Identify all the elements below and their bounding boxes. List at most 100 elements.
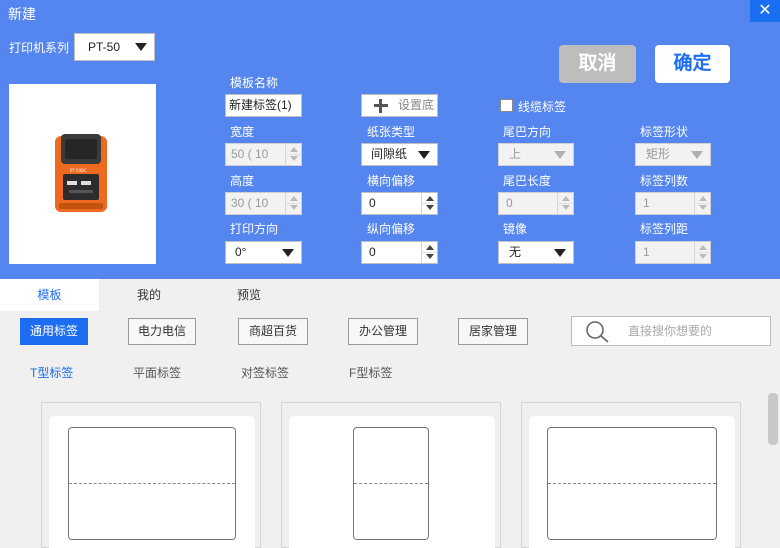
horizontal-offset-stepper[interactable]: 0 [361, 192, 438, 215]
fold-line [354, 483, 428, 484]
tab-mine[interactable]: 我的 [99, 279, 199, 311]
label-shape [68, 427, 236, 540]
width-value: 50 ( 10 [231, 147, 269, 161]
header-panel: 新建 ✕ 打印机系列 PT-50 PT-50DC 取消 确定 模板名称 新建标签… [0, 0, 780, 279]
spin-buttons[interactable] [421, 242, 437, 263]
spin-buttons[interactable] [421, 193, 437, 214]
tab-preview[interactable]: 预览 [199, 279, 299, 311]
column-gap-label: 标签列距 [640, 222, 689, 236]
template-card-preview [49, 416, 255, 548]
category-retail[interactable]: 商超百货 [238, 318, 308, 345]
height-label: 高度 [230, 174, 255, 188]
print-direction-value: 0° [235, 245, 247, 259]
spin-up-icon [290, 196, 298, 201]
subtab-t-label[interactable]: T型标签 [30, 364, 73, 381]
chevron-down-icon [135, 43, 147, 51]
printer-series-value: PT-50 [88, 40, 121, 54]
tail-length-label: 尾巴长度 [503, 174, 552, 188]
cable-label-text: 线缆标签 [518, 100, 567, 114]
category-office[interactable]: 办公管理 [348, 318, 418, 345]
template-card-preview [529, 416, 735, 548]
width-stepper[interactable]: 50 ( 10 [225, 143, 302, 166]
printer-brand-text: PT-50DC [70, 168, 87, 173]
set-background-label: 设置底 [398, 98, 435, 112]
category-power-telecom[interactable]: 电力电信 [128, 318, 196, 345]
chevron-down-icon [554, 151, 566, 159]
category-home[interactable]: 居家管理 [458, 318, 528, 345]
spin-up-icon [699, 196, 707, 201]
height-stepper[interactable]: 30 ( 10 [225, 192, 302, 215]
spin-buttons[interactable] [285, 144, 301, 165]
vertical-offset-label: 纵向偏移 [367, 222, 416, 236]
spin-buttons[interactable] [694, 242, 710, 263]
cancel-button[interactable]: 取消 [559, 45, 636, 83]
printer-preview-image: PT-50DC [9, 84, 156, 264]
chevron-down-icon [554, 249, 566, 257]
spin-down-icon [562, 205, 570, 210]
label-columns-value: 1 [643, 196, 650, 210]
label-shape-label: 标签形状 [640, 125, 689, 139]
spin-down-icon [290, 156, 298, 161]
spin-buttons[interactable] [557, 193, 573, 214]
window-title: 新建 [8, 6, 36, 22]
template-name-input[interactable]: 新建标签(1) [225, 94, 302, 117]
set-background-button[interactable]: 设置底 [361, 94, 438, 117]
chevron-down-icon [282, 249, 294, 257]
fold-line [548, 483, 716, 484]
spin-down-icon [699, 205, 707, 210]
tail-length-value: 0 [506, 196, 513, 210]
spin-up-icon [699, 245, 707, 250]
tail-direction-label: 尾巴方向 [503, 125, 552, 139]
template-card[interactable] [521, 402, 741, 548]
printer-device-illustration: PT-50DC [55, 134, 107, 212]
mirror-value: 无 [509, 245, 522, 259]
label-columns-label: 标签列数 [640, 174, 689, 188]
tail-length-stepper[interactable]: 0 [498, 192, 574, 215]
tail-direction-value: 上 [509, 147, 522, 161]
mirror-select[interactable]: 无 [498, 241, 574, 264]
subtab-f-label[interactable]: F型标签 [349, 364, 392, 381]
column-gap-value: 1 [643, 245, 650, 259]
label-shape-select[interactable]: 矩形 [635, 143, 711, 166]
paper-type-select[interactable]: 间隙纸 [361, 143, 438, 166]
spin-up-icon [426, 196, 434, 201]
print-direction-select[interactable]: 0° [225, 241, 302, 264]
spin-buttons[interactable] [285, 193, 301, 214]
printer-series-select[interactable]: PT-50 [74, 33, 155, 61]
subtab-flat-label[interactable]: 平面标签 [133, 364, 181, 381]
column-gap-stepper[interactable]: 1 [635, 241, 711, 264]
subtab-pair-label[interactable]: 对签标签 [241, 364, 289, 381]
label-columns-stepper[interactable]: 1 [635, 192, 711, 215]
print-direction-label: 打印方向 [230, 222, 279, 236]
tab-template[interactable]: 模板 [0, 279, 99, 311]
spin-down-icon [290, 205, 298, 210]
main-tabs: 模板 我的 预览 [0, 279, 780, 311]
printer-series-label: 打印机系列 [9, 41, 70, 55]
paper-type-value: 间隙纸 [371, 147, 408, 161]
tail-direction-select[interactable]: 上 [498, 143, 574, 166]
cable-label-checkbox[interactable] [500, 99, 513, 112]
template-card[interactable] [41, 402, 261, 548]
spin-down-icon [699, 254, 707, 259]
spin-up-icon [426, 245, 434, 250]
scrollbar-thumb[interactable] [768, 393, 778, 445]
spin-up-icon [562, 196, 570, 201]
mirror-label: 镜像 [503, 222, 528, 236]
close-button[interactable]: ✕ [750, 0, 780, 22]
template-card-preview [289, 416, 495, 548]
spin-up-icon [290, 147, 298, 152]
paper-type-label: 纸张类型 [367, 125, 416, 139]
label-shape [353, 427, 429, 540]
width-label: 宽度 [230, 125, 255, 139]
confirm-button[interactable]: 确定 [655, 45, 730, 83]
vertical-offset-value: 0 [369, 245, 376, 259]
height-value: 30 ( 10 [231, 196, 269, 210]
fold-line [69, 483, 235, 484]
spin-down-icon [426, 205, 434, 210]
search-box[interactable]: 直接搜你想要的 [571, 316, 771, 346]
spin-buttons[interactable] [694, 193, 710, 214]
search-icon [586, 321, 609, 343]
template-card[interactable] [281, 402, 501, 548]
category-general[interactable]: 通用标签 [20, 318, 88, 345]
vertical-offset-stepper[interactable]: 0 [361, 241, 438, 264]
